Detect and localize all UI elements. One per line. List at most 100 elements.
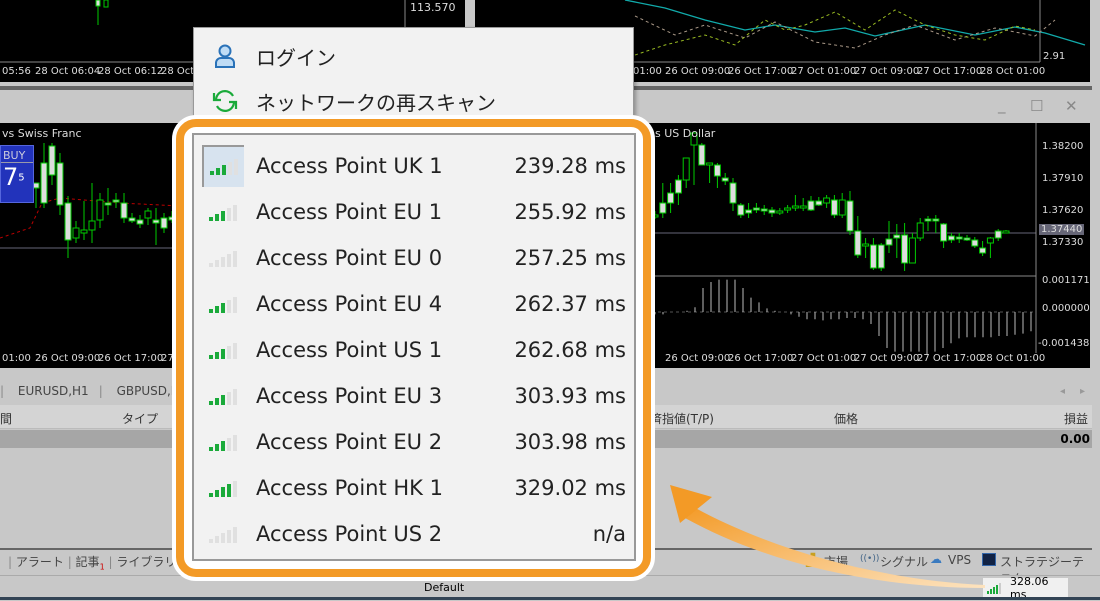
signal-bar bbox=[216, 168, 220, 175]
candle-body bbox=[737, 204, 745, 216]
candle-body bbox=[752, 207, 760, 211]
candle-body bbox=[893, 234, 901, 239]
access-point-name: Access Point UK 1 bbox=[256, 154, 443, 178]
candle-body bbox=[791, 205, 799, 209]
chart-title: vs Swiss Franc bbox=[2, 127, 82, 140]
time-label: 26 Oct 17:00 bbox=[98, 353, 164, 364]
scroll-right-icon[interactable]: ▸ bbox=[1080, 386, 1085, 397]
minimize-button[interactable]: _ bbox=[998, 96, 1006, 114]
access-point-name: Access Point US 1 bbox=[256, 338, 443, 362]
col-price[interactable]: 価格 bbox=[834, 410, 858, 427]
menu-item-label: ネットワークの再スキャン bbox=[256, 90, 496, 115]
candle-body bbox=[136, 219, 144, 225]
tab-alerts[interactable]: アラート bbox=[16, 555, 64, 569]
signal-strength-icon bbox=[202, 145, 244, 187]
access-point-ping: 257.25 ms bbox=[514, 246, 626, 270]
signal-bar bbox=[209, 355, 213, 359]
buy-button[interactable]: BUY 75 bbox=[0, 145, 34, 203]
signal-bar bbox=[215, 214, 219, 221]
access-point-item[interactable]: Access Point EU 1 255.92 ms bbox=[202, 189, 626, 235]
candle-body bbox=[128, 217, 136, 222]
candle-body bbox=[152, 219, 160, 224]
access-point-ping: n/a bbox=[592, 522, 626, 546]
signal-bar bbox=[227, 530, 231, 543]
maximize-button[interactable]: ☐ bbox=[1030, 97, 1043, 115]
chart-mid-right[interactable]: s US Dollar 1.38200 1.37910 1.37620 1.37… bbox=[640, 123, 1090, 368]
candle-body bbox=[112, 199, 120, 203]
signal-bar bbox=[227, 208, 231, 221]
time-label: 27 Oct 01:00 bbox=[791, 353, 857, 364]
signal-bar bbox=[221, 487, 225, 497]
signal-bar bbox=[209, 263, 213, 267]
candle-body bbox=[1002, 230, 1010, 234]
buy-price-sup: 5 bbox=[18, 172, 25, 184]
tab-library[interactable]: ライブラリ bbox=[116, 555, 176, 569]
close-button[interactable]: ✕ bbox=[1065, 97, 1078, 115]
candle-body bbox=[885, 238, 893, 246]
signal-bar bbox=[227, 346, 231, 359]
candle-body bbox=[88, 220, 96, 231]
signal-bar bbox=[233, 251, 237, 267]
access-point-item[interactable]: Access Point EU 2 303.98 ms bbox=[202, 419, 626, 465]
col-profit[interactable]: 損益 bbox=[1064, 410, 1088, 427]
access-point-item[interactable]: Access Point UK 1 239.28 ms bbox=[202, 143, 626, 189]
candle-body bbox=[979, 247, 987, 254]
candle-body bbox=[955, 236, 963, 240]
access-point-name: Access Point EU 0 bbox=[256, 246, 443, 270]
profile-name: Default bbox=[424, 581, 465, 594]
candle-body bbox=[963, 237, 971, 241]
time-label: 26 Oct 09:00 bbox=[35, 353, 101, 364]
signal-strength-icon bbox=[202, 283, 244, 325]
tab-eurusd[interactable]: EURUSD,H1 bbox=[18, 384, 89, 398]
signal-bar bbox=[227, 484, 231, 497]
signal-bar bbox=[215, 490, 219, 497]
time-label: 05:56 bbox=[2, 66, 31, 77]
price-label: 113.570 bbox=[410, 1, 456, 14]
signal-bar bbox=[233, 343, 237, 359]
candle-body bbox=[869, 244, 877, 269]
chart-title: s US Dollar bbox=[655, 127, 716, 140]
access-point-ping: 262.68 ms bbox=[514, 338, 626, 362]
signal-bar bbox=[233, 435, 237, 451]
access-point-item[interactable]: Access Point EU 3 303.93 ms bbox=[202, 373, 626, 419]
candle-body bbox=[854, 230, 862, 256]
access-point-item[interactable]: Access Point US 2 n/a bbox=[202, 511, 626, 557]
access-point-item[interactable]: Access Point EU 0 257.25 ms bbox=[202, 235, 626, 281]
signal-strength-icon bbox=[202, 375, 244, 417]
price-label: 1.38200 bbox=[1042, 141, 1084, 152]
access-point-item[interactable]: Access Point US 1 262.68 ms bbox=[202, 327, 626, 373]
col-type[interactable]: タイプ bbox=[122, 410, 158, 427]
access-point-ping: 303.98 ms bbox=[514, 430, 626, 454]
access-point-item[interactable]: Access Point HK 1 329.02 ms bbox=[202, 465, 626, 511]
candle-body bbox=[776, 210, 784, 214]
signal-bar bbox=[210, 171, 214, 175]
signal-bar bbox=[227, 392, 231, 405]
candle-body bbox=[706, 162, 714, 166]
tab-news[interactable]: 記事 bbox=[76, 555, 100, 569]
candle-body bbox=[940, 223, 948, 242]
scroll-left-icon[interactable]: ◂ bbox=[1060, 386, 1065, 397]
signal-bar bbox=[233, 205, 237, 221]
menu-item-rescan[interactable]: ネットワークの再スキャン bbox=[210, 83, 496, 119]
price-label: 2.91 bbox=[1043, 51, 1066, 62]
candle-body bbox=[838, 199, 846, 216]
candle-body bbox=[807, 200, 815, 211]
signal-bar bbox=[228, 162, 232, 175]
signal-bar bbox=[215, 398, 219, 405]
price-label: 1.37910 bbox=[1042, 173, 1084, 184]
menu-item-label: ログイン bbox=[256, 45, 336, 70]
candle-body bbox=[674, 179, 682, 194]
menu-item-login[interactable]: ログイン bbox=[210, 38, 336, 74]
candle-body bbox=[667, 192, 675, 204]
time-label: 28 Oct 01:00 bbox=[980, 353, 1046, 364]
access-point-item[interactable]: Access Point EU 4 262.37 ms bbox=[202, 281, 626, 327]
col-time[interactable]: 間 bbox=[0, 410, 12, 427]
signal-bar bbox=[215, 536, 219, 543]
candle-body bbox=[932, 218, 940, 222]
signal-bar bbox=[227, 300, 231, 313]
signal-strength-icon bbox=[202, 237, 244, 279]
time-label: 26 Oct 17:00 bbox=[728, 66, 794, 77]
signal-bar bbox=[215, 352, 219, 359]
buy-price: 7 bbox=[3, 163, 19, 191]
candle-body bbox=[104, 202, 112, 206]
